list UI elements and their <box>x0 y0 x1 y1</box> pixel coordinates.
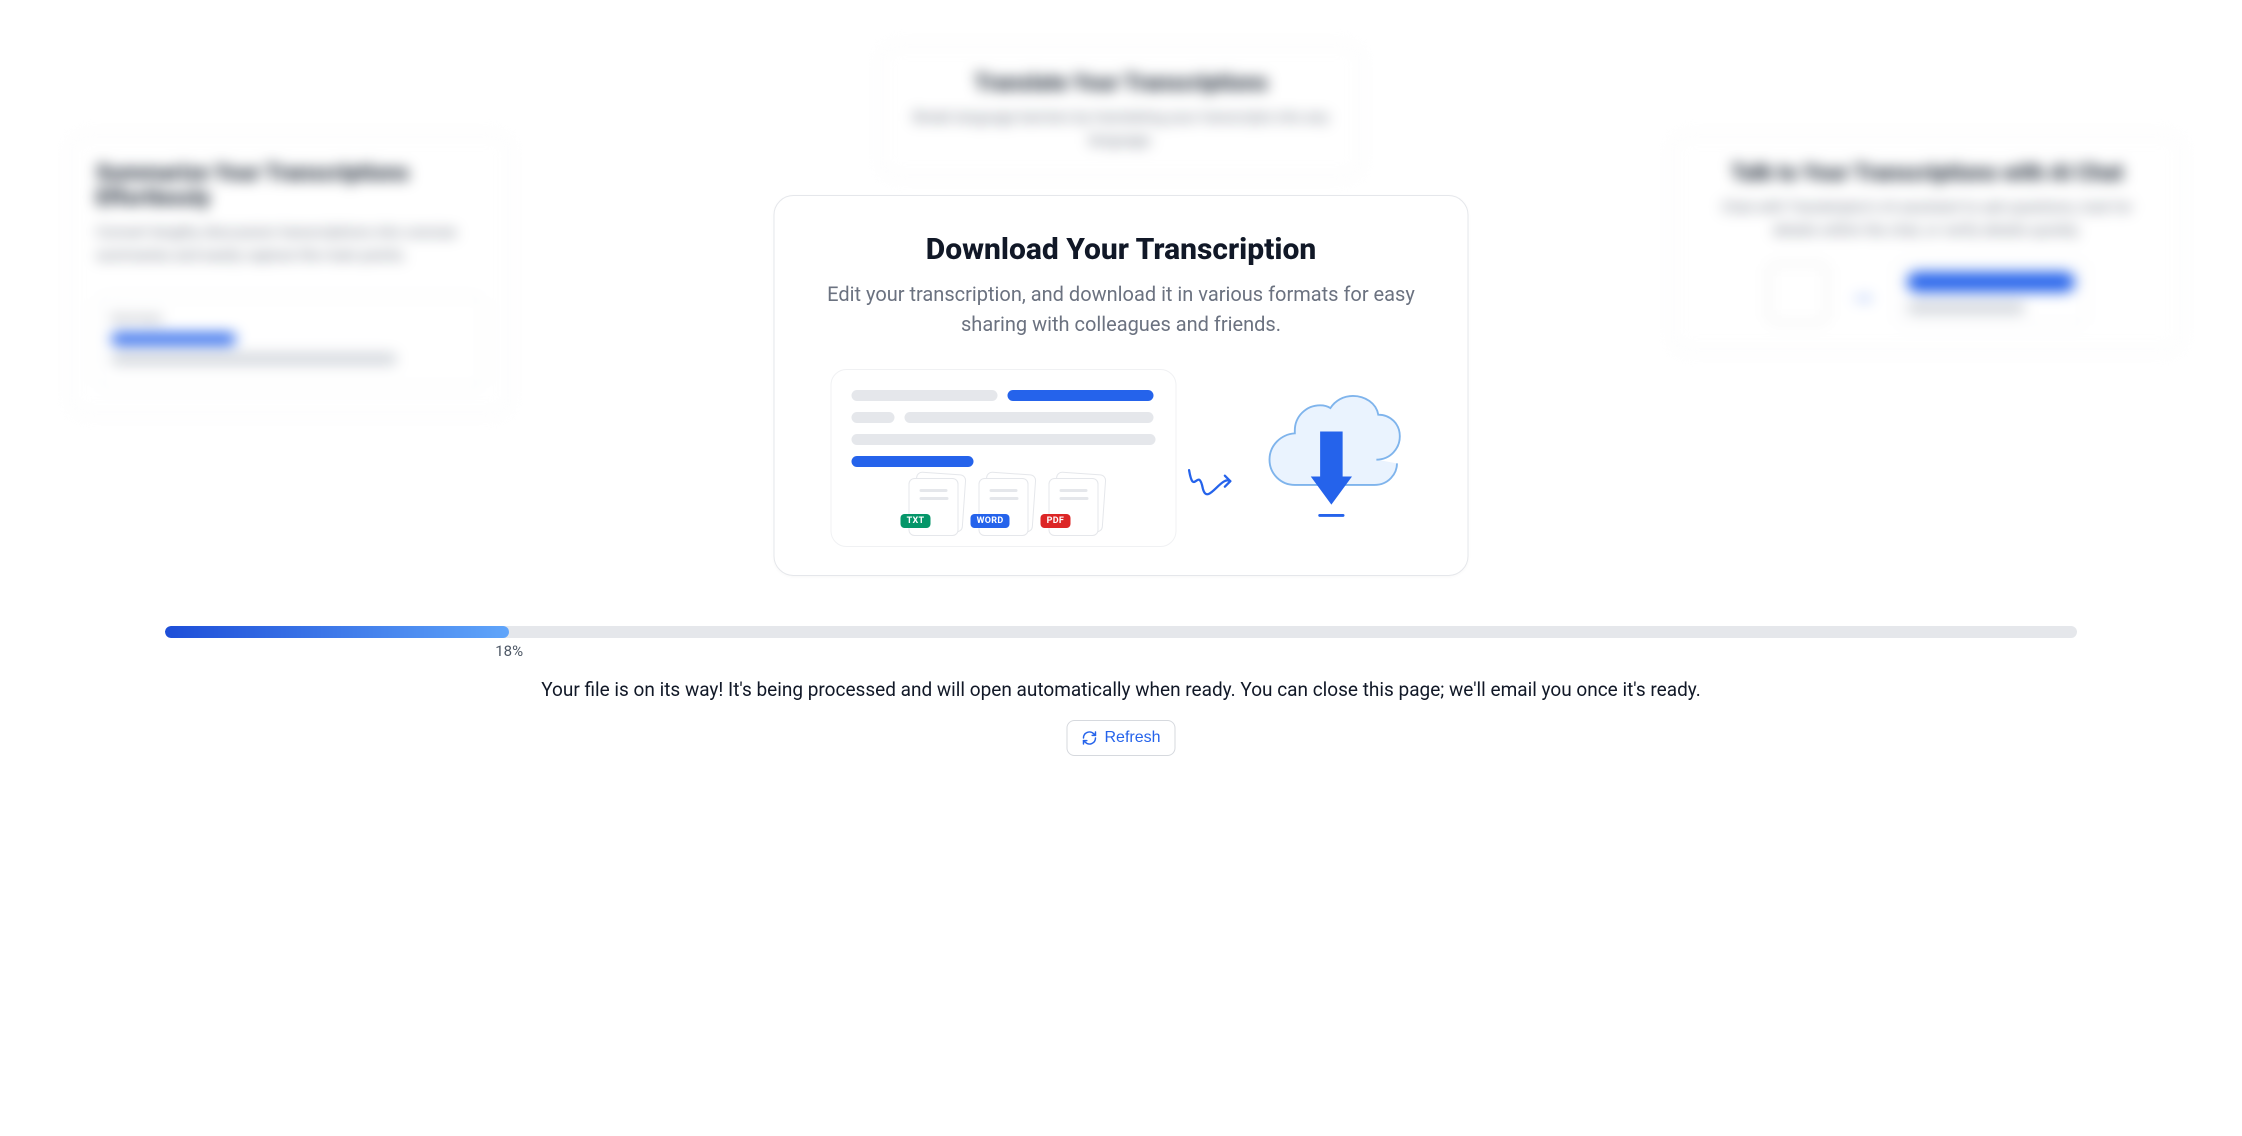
squiggly-arrow-icon <box>1185 461 1240 507</box>
bg-card-desc: Break language barriers by translating y… <box>907 106 1335 151</box>
bg-card-desc: Convert lengthy discussion transcription… <box>96 221 484 266</box>
progress-fill <box>165 626 509 638</box>
bg-card-desc: Chat with Transkriptor's AI assistant to… <box>1698 196 2156 241</box>
download-feature-card: Download Your Transcription Edit your tr… <box>774 195 1469 576</box>
pdf-badge: PDF <box>1041 514 1071 528</box>
card-subtitle: Edit your transcription, and download it… <box>821 279 1422 339</box>
bg-card-title: Talk to Your Transcriptions with AI Chat <box>1698 161 2156 186</box>
card-title: Download Your Transcription <box>821 232 1422 267</box>
document-preview-graphic: TXT WORD PDF <box>831 369 1177 547</box>
refresh-icon <box>1081 730 1097 746</box>
bg-card-aichat: Talk to Your Transcriptions with AI Chat… <box>1672 135 2182 351</box>
format-txt: TXT <box>909 478 959 536</box>
download-illustration: TXT WORD PDF <box>821 369 1422 547</box>
bg-card-translate: Translate Your Transcriptions Break lang… <box>881 45 1361 177</box>
status-message: Your file is on its way! It's being proc… <box>0 678 2242 701</box>
bg-card-summarize: Summarize Your Transcriptions Effortless… <box>70 135 510 414</box>
cloud-download-icon <box>1255 394 1405 525</box>
txt-badge: TXT <box>901 514 931 528</box>
bg-card-title: Translate Your Transcriptions <box>907 71 1335 96</box>
word-badge: WORD <box>971 514 1010 528</box>
bg-card-title: Summarize Your Transcriptions Effortless… <box>96 161 484 211</box>
cloud-download-graphic <box>1248 390 1412 525</box>
progress-bar <box>165 626 2077 638</box>
refresh-label: Refresh <box>1104 729 1160 747</box>
format-word: WORD <box>979 478 1029 536</box>
format-pdf: PDF <box>1049 478 1099 536</box>
progress-label: 18% <box>495 642 523 660</box>
progress-section: 18% <box>165 626 2077 638</box>
refresh-button[interactable]: Refresh <box>1066 720 1175 756</box>
